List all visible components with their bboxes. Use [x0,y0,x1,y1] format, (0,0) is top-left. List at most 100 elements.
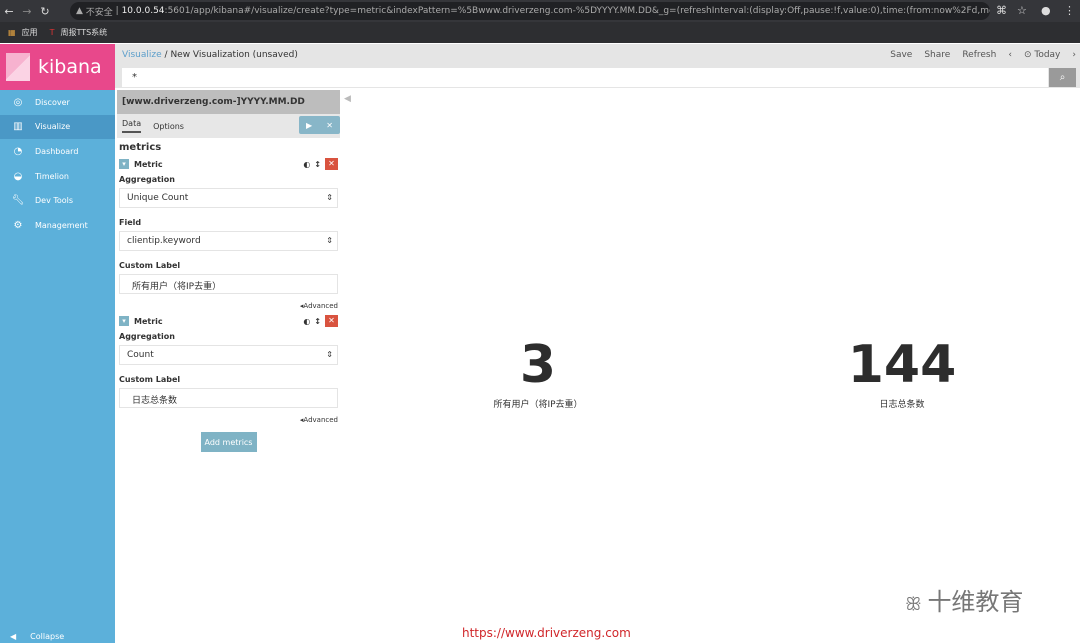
add-metrics-button[interactable]: Add metrics [200,432,257,452]
metric-header: ▾ Metric ◐ ↕ ✕ [117,314,340,328]
toggle-icon[interactable]: ◐ [303,317,310,326]
url-path: :5601/app/kibana#/visualize/create?type=… [164,6,990,16]
top-nav: Visualize / New Visualization (unsaved) … [115,44,1080,88]
browser-toolbar: ← → ↻ ▲ 不安全 | 10.0.0.54:5601/app/kibana#… [0,0,1080,22]
select-arrow-icon: ⇕ [326,350,333,359]
gear-icon: ⚙ [13,219,23,231]
bookmark-icon: T [49,28,55,37]
collapse-label: Collapse [30,631,65,641]
sidebar-item-timelion[interactable]: ◒ Timelion [0,164,115,189]
sidebar-item-visualize[interactable]: ▥ Visualize [0,114,115,140]
account-icon[interactable]: ● [1041,4,1051,17]
advanced-link[interactable]: ◂Advanced [117,408,340,428]
sidebar-item-dev-tools[interactable]: 🔧︎ Dev Tools [0,188,115,213]
back-icon[interactable]: ← [0,5,18,18]
kibana-logo[interactable]: kibana [0,44,115,90]
remove-metric-button[interactable]: ✕ [325,315,338,327]
collapse-button[interactable]: ◀ Collapse [0,629,115,643]
collapse-toggle-icon[interactable]: ▾ [119,316,129,326]
remove-metric-button[interactable]: ✕ [325,158,338,170]
advanced-label: Advanced [303,416,338,424]
custom-label-input[interactable]: 日志总条数 [119,388,338,408]
breadcrumb-visualize[interactable]: Visualize [122,50,162,60]
search-button[interactable]: ⌕ [1049,68,1076,87]
compass-icon: ◎ [13,96,23,108]
star-icon[interactable]: ☆ [1017,4,1027,17]
search-icon: ⌕ [1059,72,1066,83]
address-bar[interactable]: ▲ 不安全 | 10.0.0.54:5601/app/kibana#/visua… [70,2,990,20]
menu-icon[interactable]: ⋮ [1064,4,1075,17]
watermark-url: https://www.driverzeng.com [462,626,631,640]
query-input[interactable]: * [122,68,1048,87]
metric-title: Metric [134,159,163,169]
time-picker[interactable]: ⊙ Today [1024,50,1060,60]
collapse-toggle-icon[interactable]: ▾ [119,159,129,169]
forward-icon[interactable]: → [18,5,36,18]
metric-label: 所有用户（将IP去重） [493,400,583,410]
apply-icon[interactable]: ▶ [306,121,312,130]
time-label: Today [1034,50,1061,60]
share-button[interactable]: Share [924,50,950,60]
bookmarks-bar: ▦ 应用 T 周报TTS系统 [0,22,1080,43]
aggregation-label: Aggregation [119,332,175,341]
dashboard-icon: ◔ [13,145,23,157]
metric-value: 144 [847,335,957,395]
prev-time-icon[interactable]: ‹ [1008,50,1012,60]
field-select[interactable]: clientip.keyword ⇕ [119,231,338,251]
toggle-icon[interactable]: ◐ [303,160,310,169]
watermark-brand: ꕥ 十维教育 [905,582,1023,617]
kibana-logo-icon [6,53,30,81]
sidebar-item-dashboard[interactable]: ◔ Dashboard [0,139,115,164]
tab-data[interactable]: Data [122,119,142,133]
value: Unique Count [127,193,189,203]
custom-label-label: Custom Label [119,261,181,270]
custom-label-label: Custom Label [119,375,181,384]
discard-icon[interactable]: ✕ [326,121,333,130]
metric-header: ▾ Metric ◐ ↕ ✕ [117,157,340,171]
collapse-editor-icon[interactable]: ◀ [344,94,351,104]
translate-icon[interactable]: ⌘ [996,4,1007,17]
bookmark-apps[interactable]: 应用 [22,27,38,38]
save-button[interactable]: Save [890,50,912,60]
wechat-icon: ꕥ [905,594,928,615]
label: Dashboard [35,146,79,156]
sidebar-item-discover[interactable]: ◎ Discover [0,90,115,115]
tab-options[interactable]: Options [153,122,184,131]
index-pattern-title: [www.driverzeng.com-]YYYY.MM.DD [117,90,340,114]
section-title: metrics [119,142,162,153]
sidebar-item-management[interactable]: ⚙ Management [0,213,115,238]
label: Visualize [35,122,71,132]
brand: kibana [38,56,102,78]
sidebar: kibana ◎ Discover ▥ Visualize ◔ Dashboard ◒… [0,44,115,643]
editor-panel: [www.driverzeng.com-]YYYY.MM.DD Data Opt… [117,90,340,643]
drag-icon[interactable]: ↕ [314,160,321,169]
label: Discover [35,97,70,107]
aggregation-select[interactable]: Unique Count ⇕ [119,188,338,208]
metric-value-log-count: 144 日志总条数 [752,335,1052,410]
custom-label-input[interactable]: 所有用户（将IP去重） [119,274,338,294]
metric-value: 3 [519,335,557,395]
value: clientip.keyword [127,236,201,246]
label: Timelion [35,171,69,181]
metric-value-unique-users: 3 所有用户（将IP去重） [388,335,688,410]
value: Count [127,350,154,360]
advanced-label: Advanced [303,302,338,310]
bookmark-tts[interactable]: 周报TTS系统 [60,27,107,38]
refresh-button[interactable]: Refresh [962,50,996,60]
label: Dev Tools [35,196,74,206]
watermark-brand-text: 十维教育 [927,588,1024,616]
reload-icon[interactable]: ↻ [36,5,54,18]
breadcrumb-sep: / [164,50,168,60]
warning-icon: ▲ [76,6,86,16]
metric-title: Metric [134,316,163,326]
aggregation-select[interactable]: Count ⇕ [119,345,338,365]
apps-icon: ▦ [8,28,16,37]
url-host: 10.0.0.54 [121,6,165,16]
collapse-icon: ◀ [10,631,17,641]
bar-chart-icon: ▥ [13,121,23,133]
timelion-icon: ◒ [13,170,23,182]
advanced-link[interactable]: ◂Advanced [117,294,340,314]
next-time-icon[interactable]: › [1072,50,1076,60]
drag-icon[interactable]: ↕ [314,317,321,326]
aggregation-label: Aggregation [119,175,175,184]
